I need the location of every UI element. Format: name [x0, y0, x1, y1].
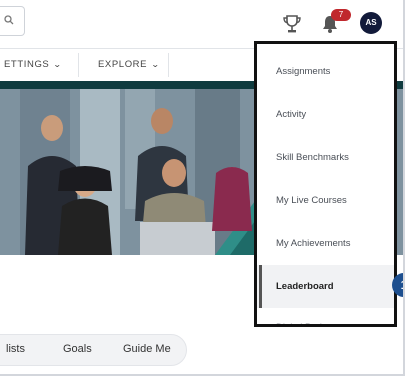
menu-item-activity[interactable]: Activity — [257, 93, 394, 136]
app-window: 7 AS ETTINGS ⌄ EXPLORE ⌄ lists Goals Gui… — [0, 0, 405, 376]
profile-dropdown-menu: Assignments Activity Skill Benchmarks My… — [254, 41, 397, 327]
search-icon — [4, 15, 14, 25]
menu-item-digital-badges[interactable]: Digital Badges — [257, 306, 394, 324]
tab-guide-me[interactable]: Guide Me — [123, 343, 171, 355]
menu-item-leaderboard[interactable]: Leaderboard — [257, 265, 394, 308]
chevron-down-icon: ⌄ — [53, 60, 63, 69]
trophy-icon[interactable] — [281, 13, 303, 35]
notification-count-badge: 7 — [331, 9, 351, 21]
menu-item-skill-benchmarks[interactable]: Skill Benchmarks — [257, 136, 394, 179]
divider — [168, 53, 169, 77]
nav-item-explore[interactable]: EXPLORE ⌄ — [98, 49, 161, 81]
nav-item-label: ETTINGS — [4, 59, 50, 70]
avatar[interactable]: AS — [360, 12, 382, 34]
menu-item-my-live-courses[interactable]: My Live Courses — [257, 179, 394, 222]
nav-item-settings[interactable]: ETTINGS ⌄ — [4, 49, 62, 81]
divider — [78, 53, 79, 77]
chevron-down-icon: ⌄ — [150, 60, 161, 69]
menu-item-my-achievements[interactable]: My Achievements — [257, 222, 394, 265]
tab-goals[interactable]: Goals — [63, 343, 92, 355]
tab-playlists[interactable]: lists — [6, 343, 25, 355]
nav-item-label: EXPLORE — [98, 59, 148, 70]
search-input[interactable] — [0, 6, 25, 36]
menu-item-assignments[interactable]: Assignments — [257, 50, 394, 93]
